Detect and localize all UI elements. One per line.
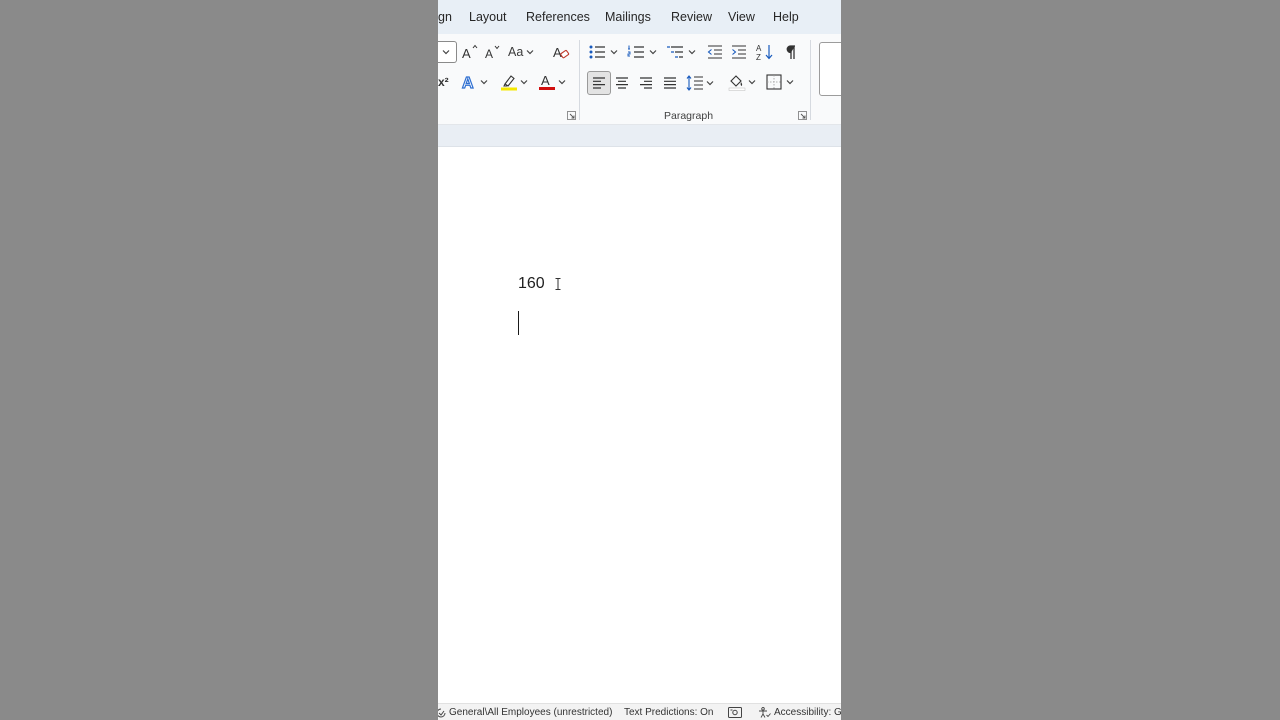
pilcrow-icon — [786, 45, 795, 59]
clear-formatting-icon: A — [553, 45, 570, 60]
tab-layout[interactable]: Layout — [469, 10, 507, 24]
shading-icon — [728, 75, 746, 91]
bullets-icon — [589, 45, 605, 59]
font-color-button[interactable]: A — [538, 71, 568, 93]
svg-text:A: A — [553, 45, 562, 60]
sensitivity-label[interactable]: General\All Employees (unrestricted) — [438, 707, 612, 718]
chevron-down-icon — [558, 80, 566, 85]
group-separator — [810, 40, 811, 120]
text-caret — [518, 311, 519, 335]
change-case-button[interactable]: Aa — [508, 41, 542, 63]
numbering-icon — [627, 45, 644, 58]
svg-text:A: A — [462, 75, 474, 91]
borders-button[interactable] — [766, 71, 798, 93]
accessibility-text: Accessibility: Go — [774, 707, 841, 718]
chevron-down-icon — [480, 80, 488, 85]
chevron-down-icon — [688, 50, 696, 55]
focus-mode-button[interactable] — [728, 707, 742, 718]
justify-button[interactable] — [660, 72, 680, 94]
align-right-button[interactable] — [636, 72, 656, 94]
align-left-icon — [593, 77, 605, 89]
tab-mailings[interactable]: Mailings — [605, 10, 651, 24]
chevron-down-icon — [442, 50, 450, 55]
ribbon: A A Aa A x² A A A Z Paragraph — [438, 34, 841, 125]
multilevel-list-button[interactable] — [666, 41, 698, 63]
show-formatting-marks-button[interactable] — [781, 41, 801, 63]
line-spacing-icon — [686, 75, 703, 91]
text-predictions-status[interactable]: Text Predictions: On — [624, 707, 713, 718]
accessibility-icon — [759, 707, 771, 718]
svg-text:A: A — [462, 46, 471, 60]
accessibility-status[interactable]: Accessibility: Go — [758, 707, 841, 718]
tab-help[interactable]: Help — [773, 10, 799, 24]
paragraph-dialog-launcher-icon[interactable] — [798, 111, 807, 120]
grow-font-button[interactable]: A — [460, 41, 480, 63]
decrease-indent-button[interactable] — [705, 41, 725, 63]
clear-formatting-button[interactable]: A — [550, 41, 572, 63]
tab-review[interactable]: Review — [671, 10, 712, 24]
font-color-icon: A — [539, 73, 555, 90]
font-size-dropdown[interactable] — [438, 41, 457, 63]
sensitivity-icon — [438, 708, 446, 717]
shrink-font-button[interactable]: A — [483, 41, 503, 63]
chevron-down-icon — [748, 80, 756, 85]
text-predictions-text: Text Predictions: On — [624, 707, 714, 718]
increase-indent-icon — [732, 45, 746, 59]
justify-icon — [664, 77, 676, 89]
bullets-button[interactable] — [588, 41, 620, 63]
align-center-icon — [616, 77, 628, 89]
highlight-button[interactable] — [500, 71, 530, 93]
numbering-button[interactable] — [627, 41, 659, 63]
font-grow-icon: A — [462, 44, 478, 60]
borders-icon — [766, 74, 782, 90]
decrease-indent-icon — [707, 45, 722, 59]
svg-text:A: A — [756, 44, 762, 53]
styles-gallery[interactable] — [819, 42, 841, 96]
font-dialog-launcher-icon[interactable] — [567, 111, 576, 120]
highlighter-icon — [501, 75, 517, 91]
align-center-button[interactable] — [612, 72, 632, 94]
increase-indent-button[interactable] — [729, 41, 749, 63]
change-case-label: Aa — [508, 45, 524, 59]
svg-text:Z: Z — [756, 53, 761, 61]
tab-design[interactable]: gn — [438, 10, 452, 24]
group-separator — [579, 40, 580, 120]
document-text[interactable]: 160 — [518, 275, 545, 293]
focus-icon — [728, 707, 742, 718]
paragraph-group-label: Paragraph — [664, 110, 714, 122]
chevron-down-icon — [706, 81, 714, 86]
ibeam-cursor-icon — [555, 278, 561, 290]
svg-text:A: A — [541, 73, 550, 88]
sensitivity-text: General\All Employees (unrestricted) — [449, 707, 613, 718]
sort-button[interactable]: AZ — [755, 41, 775, 63]
sort-icon: AZ — [756, 44, 773, 61]
superscript-button[interactable]: x² — [438, 71, 452, 93]
status-bar: General\All Employees (unrestricted) Tex… — [438, 703, 841, 720]
align-left-button[interactable] — [587, 71, 611, 95]
line-spacing-button[interactable] — [686, 72, 718, 94]
font-shrink-icon: A — [485, 45, 500, 60]
align-right-icon — [640, 77, 652, 89]
ribbon-footer-bar — [438, 125, 841, 147]
text-effects-button[interactable]: A — [460, 71, 490, 93]
tab-references[interactable]: References — [526, 10, 590, 24]
chevron-down-icon — [786, 80, 794, 85]
chevron-down-icon — [526, 50, 534, 55]
svg-text:A: A — [485, 47, 493, 60]
word-window: gn Layout References Mailings Review Vie… — [438, 0, 841, 720]
multilevel-list-icon — [667, 46, 683, 58]
ribbon-tabs: gn Layout References Mailings Review Vie… — [438, 0, 841, 34]
shading-button[interactable] — [728, 71, 760, 93]
chevron-down-icon — [610, 50, 618, 55]
text-effects-icon: A — [461, 74, 474, 91]
document-page[interactable]: 160 — [438, 147, 841, 703]
superscript-label: x² — [438, 75, 449, 89]
chevron-down-icon — [649, 50, 657, 55]
tab-view[interactable]: View — [728, 10, 755, 24]
chevron-down-icon — [520, 80, 528, 85]
